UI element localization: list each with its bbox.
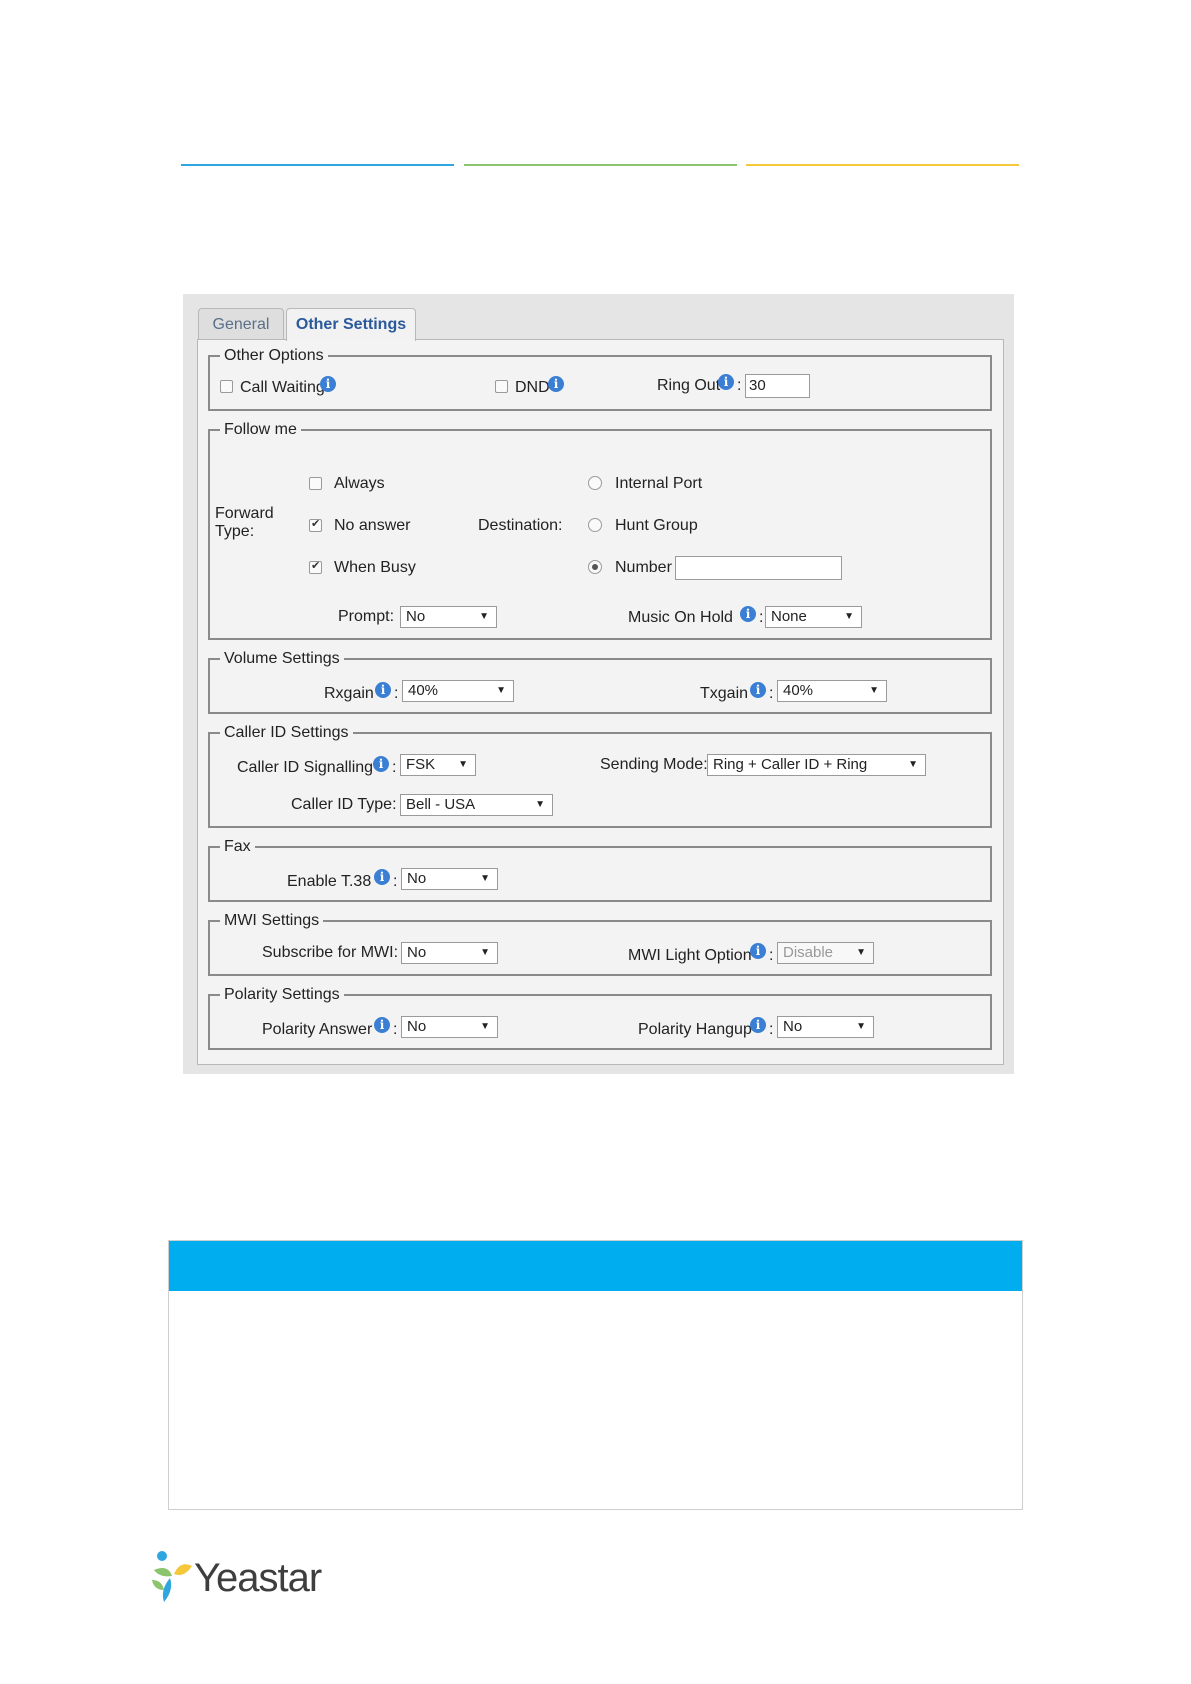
fax-group: Fax Enable T.38 i : No ▼ [208, 837, 992, 902]
mwi-settings-legend: MWI Settings [220, 911, 324, 931]
polarity-hangup-label: Polarity Hangup [638, 1021, 752, 1038]
subscribe-mwi-select[interactable]: No ▼ [401, 942, 498, 964]
sending-mode-label: Sending Mode: [600, 756, 708, 773]
ring-out-label: Ring Out [657, 377, 721, 394]
call-waiting-checkbox[interactable] [220, 380, 233, 393]
prompt-label: Prompt: [338, 608, 395, 625]
ring-out-colon: : [737, 377, 742, 394]
dnd-info-icon[interactable]: i [548, 376, 564, 392]
rxgain-label: Rxgain [324, 685, 374, 702]
enable-t38-colon: : [393, 873, 398, 890]
dnd-label: DND [515, 379, 550, 396]
polarity-answer-colon: : [393, 1021, 398, 1038]
number-input[interactable] [675, 556, 842, 580]
follow-me-legend: Follow me [220, 420, 301, 440]
volume-settings-group: Volume Settings Rxgain i : 40% ▼ Txgain i… [208, 649, 992, 714]
tab-content: Other Options Call Waiting i DND i Ring … [197, 339, 1004, 1065]
prompt-select[interactable]: No ▼ [400, 606, 497, 628]
music-on-hold-colon: : [759, 609, 764, 626]
number-label: Number [615, 559, 672, 576]
mwi-light-select: Disable ▼ [777, 942, 874, 964]
yeastar-logo-text: Yeastar [194, 1556, 322, 1600]
divider-green [464, 164, 737, 166]
call-waiting-info-icon[interactable]: i [320, 376, 336, 392]
caller-id-signalling-select[interactable]: FSK ▼ [400, 754, 476, 776]
hunt-group-label: Hunt Group [615, 517, 698, 534]
caller-id-settings-legend: Caller ID Settings [220, 723, 353, 743]
divider-yellow [746, 164, 1019, 166]
rxgain-colon: : [394, 685, 399, 702]
enable-t38-info-icon[interactable]: i [374, 869, 390, 885]
yeastar-logo-icon [152, 1551, 192, 1602]
forward-type-label-2: Type: [215, 523, 255, 540]
polarity-hangup-colon: : [769, 1021, 774, 1038]
internal-port-radio[interactable] [588, 476, 602, 490]
polarity-settings-legend: Polarity Settings [220, 985, 344, 1005]
note-box [168, 1240, 1023, 1510]
mwi-settings-group: MWI Settings Subscribe for MWI: No ▼ MWI … [208, 911, 992, 976]
forward-type-label-1: Forward [215, 505, 274, 522]
rxgain-info-icon[interactable]: i [375, 682, 391, 698]
follow-me-group: Follow me Forward Type: Always No answer… [208, 420, 992, 640]
polarity-answer-select[interactable]: No ▼ [401, 1016, 498, 1038]
polarity-settings-group: Polarity Settings Polarity Answer i : No… [208, 985, 992, 1050]
mwi-light-colon: : [769, 947, 774, 964]
yeastar-logo: Yeastar [150, 1550, 322, 1606]
tab-general[interactable]: General [198, 308, 284, 339]
mwi-light-info-icon[interactable]: i [750, 943, 766, 959]
mwi-light-label: MWI Light Option [628, 947, 752, 964]
no-answer-label: No answer [334, 517, 411, 534]
always-label: Always [334, 475, 385, 492]
caller-id-signalling-colon: : [392, 759, 397, 776]
polarity-hangup-info-icon[interactable]: i [750, 1017, 766, 1033]
enable-t38-label: Enable T.38 [287, 873, 372, 890]
ring-out-input[interactable]: 30 [745, 374, 810, 398]
polarity-answer-label: Polarity Answer [262, 1021, 373, 1038]
txgain-select[interactable]: 40% ▼ [777, 680, 887, 702]
destination-label: Destination: [478, 517, 563, 534]
fax-legend: Fax [220, 837, 255, 857]
txgain-colon: : [769, 685, 774, 702]
internal-port-label: Internal Port [615, 475, 703, 492]
divider-blue [181, 164, 454, 166]
tab-other-settings[interactable]: Other Settings [286, 308, 416, 341]
call-waiting-label: Call Waiting [240, 379, 325, 396]
music-on-hold-info-icon[interactable]: i [740, 606, 756, 622]
no-answer-checkbox[interactable] [309, 517, 322, 532]
caller-id-signalling-info-icon[interactable]: i [373, 756, 389, 772]
number-radio[interactable] [588, 560, 602, 574]
caller-id-type-label: Caller ID Type: [291, 796, 397, 813]
txgain-label: Txgain [700, 685, 749, 702]
always-checkbox[interactable] [309, 477, 322, 490]
when-busy-label: When Busy [334, 559, 416, 576]
when-busy-checkbox[interactable] [309, 559, 322, 574]
polarity-hangup-select[interactable]: No ▼ [777, 1016, 874, 1038]
caller-id-settings-group: Caller ID Settings Caller ID Signalling … [208, 723, 992, 828]
polarity-answer-info-icon[interactable]: i [374, 1017, 390, 1033]
hunt-group-radio[interactable] [588, 518, 602, 532]
dnd-checkbox[interactable] [495, 380, 508, 393]
volume-settings-legend: Volume Settings [220, 649, 344, 669]
caller-id-signalling-label: Caller ID Signalling [237, 759, 374, 776]
txgain-info-icon[interactable]: i [750, 682, 766, 698]
settings-screenshot: General Other Settings Other Options Cal… [183, 294, 1014, 1074]
music-on-hold-label: Music On Hold [628, 609, 733, 626]
sending-mode-select[interactable]: Ring + Caller ID + Ring ▼ [707, 754, 926, 776]
rxgain-select[interactable]: 40% ▼ [402, 680, 514, 702]
caller-id-type-select[interactable]: Bell - USA ▼ [400, 794, 553, 816]
other-options-group: Other Options Call Waiting i DND i Ring … [208, 346, 992, 411]
ring-out-info-icon[interactable]: i [718, 374, 734, 390]
other-options-legend: Other Options [220, 346, 328, 366]
subscribe-mwi-label: Subscribe for MWI: [262, 944, 399, 961]
note-box-header [169, 1241, 1022, 1291]
enable-t38-select[interactable]: No ▼ [401, 868, 498, 890]
music-on-hold-select[interactable]: None ▼ [765, 606, 862, 628]
